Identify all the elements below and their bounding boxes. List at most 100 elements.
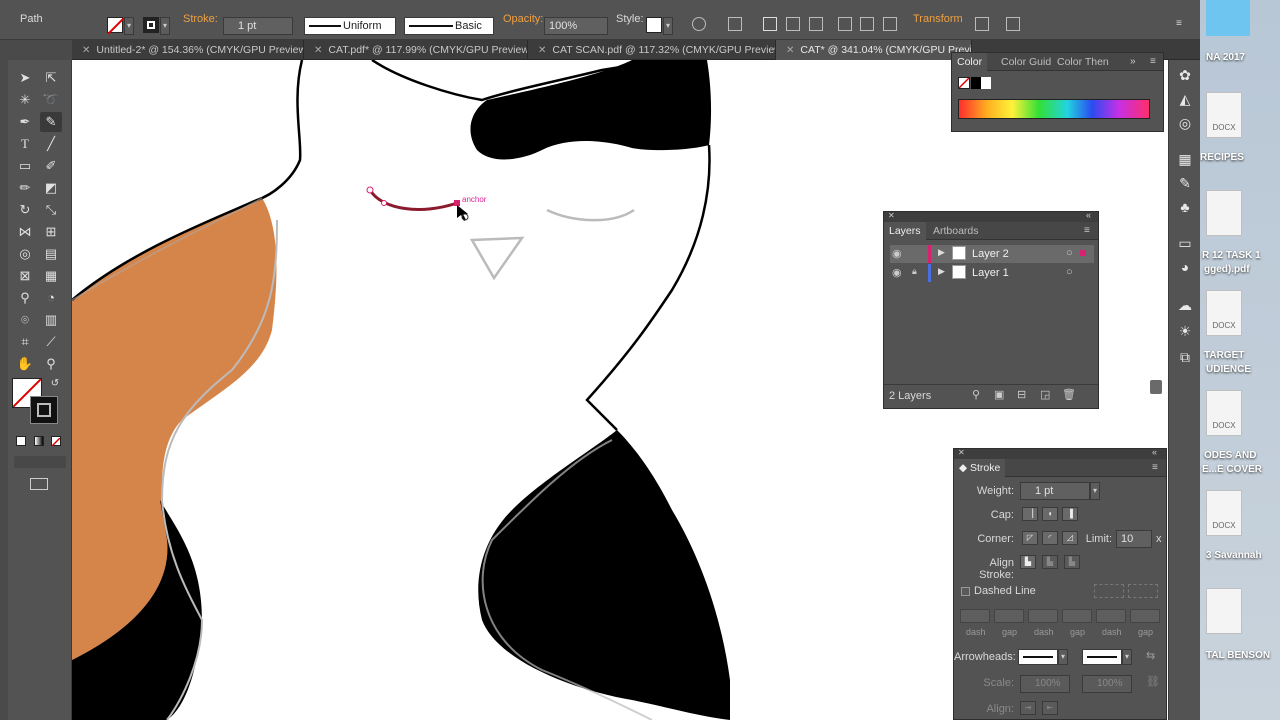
align-center-stroke-button[interactable]: ▙ — [1020, 555, 1036, 569]
end-arrowhead-select[interactable] — [1082, 649, 1122, 665]
symbol-sprayer-tool-icon[interactable]: ⌾ — [14, 310, 36, 330]
scale-tool-icon[interactable]: ⤡ — [40, 200, 62, 220]
dash-field[interactable] — [960, 609, 990, 623]
stroke-weight-field[interactable]: 1 pt — [223, 17, 293, 35]
create-sublayer-icon[interactable]: ⊟ — [1017, 388, 1026, 401]
variable-width-profile[interactable]: Uniform — [304, 17, 396, 35]
round-join-button[interactable]: ◜ — [1042, 531, 1058, 545]
white-swatch[interactable] — [981, 77, 991, 89]
align-left-icon[interactable] — [763, 17, 777, 31]
swap-arrowheads-icon[interactable]: ⇆ — [1146, 649, 1155, 662]
bevel-join-button[interactable]: ◿ — [1062, 531, 1078, 545]
panel-menu-icon[interactable]: ≡ — [1152, 462, 1158, 473]
align-top-icon[interactable] — [838, 17, 852, 31]
line-tool-icon[interactable]: ╱ — [40, 134, 62, 154]
libraries-icon[interactable]: ☁ — [1176, 296, 1194, 314]
visibility-eye-icon[interactable]: ◉ — [892, 266, 902, 279]
curvature-tool-icon[interactable]: ✎ — [40, 112, 62, 132]
delete-layer-icon[interactable]: 🗑︎ — [1062, 388, 1076, 401]
swap-colors-icon[interactable]: ↺ — [44, 374, 66, 394]
panel-menu-icon[interactable]: ≡ — [1176, 18, 1182, 29]
width-tool-icon[interactable]: ⋈ — [14, 222, 36, 242]
selection-indicator[interactable] — [1080, 250, 1086, 256]
desktop-docx-file[interactable]: DOCX — [1206, 92, 1242, 138]
brushes-icon[interactable]: ✎ — [1176, 174, 1194, 192]
transparency-icon[interactable]: ☀ — [1176, 322, 1194, 340]
collapse-icon[interactable]: « — [1086, 210, 1091, 220]
desktop-docx-file[interactable]: DOCX — [1206, 290, 1242, 336]
layer-row-layer-2[interactable]: ◉ ▶ Layer 2 ○ — [890, 245, 1094, 263]
align-middle-icon[interactable] — [860, 17, 874, 31]
arrow-tip-at-end-button[interactable]: ⇤ — [1042, 701, 1058, 715]
weight-dropdown[interactable]: ▾ — [1090, 482, 1100, 500]
projecting-cap-button[interactable]: ▐ — [1062, 507, 1078, 521]
start-arrowhead-dropdown[interactable]: ▾ — [1058, 649, 1068, 665]
color-spectrum[interactable] — [958, 99, 1150, 119]
close-tab-icon[interactable]: ✕ — [786, 45, 794, 56]
blend-tool-icon[interactable]: ◔ — [40, 288, 62, 308]
color-panel-icon[interactable]: ✿ — [1176, 66, 1194, 84]
selection-tool-icon[interactable]: ➤ — [14, 68, 36, 88]
gap-field[interactable] — [1062, 609, 1092, 623]
recolor-artwork-icon[interactable] — [692, 17, 706, 31]
tab-color-guide[interactable]: Color Guid — [996, 53, 1056, 71]
target-circle-icon[interactable]: ○ — [1066, 247, 1073, 259]
desktop-folder[interactable] — [1206, 0, 1250, 36]
doc-tab-cat-scan[interactable]: ✕ CAT SCAN.pdf @ 117.32% (CMYK/GPU Previe… — [528, 40, 776, 60]
end-arrowhead-dropdown[interactable]: ▾ — [1122, 649, 1132, 665]
style-dropdown[interactable]: ▾ — [663, 17, 673, 35]
fill-dropdown[interactable]: ▾ — [124, 17, 134, 35]
make-clipping-mask-icon[interactable]: ▣ — [994, 388, 1004, 401]
dashed-line-checkbox[interactable] — [961, 587, 970, 596]
stroke-panel-header[interactable]: ✕ « — [954, 447, 1166, 459]
color-mode-icon[interactable] — [16, 436, 26, 446]
brush-definition[interactable]: Basic — [404, 17, 494, 35]
close-panel-icon[interactable]: ✕ — [958, 448, 965, 457]
screen-mode-icon[interactable] — [30, 478, 48, 490]
pen-tool-icon[interactable]: ✒ — [14, 112, 36, 132]
none-swatch[interactable] — [958, 77, 970, 89]
start-arrowhead-select[interactable] — [1018, 649, 1058, 665]
collapse-icon[interactable]: « — [1152, 447, 1157, 457]
rectangle-tool-icon[interactable]: ▭ — [14, 156, 36, 176]
gradient-mode-icon[interactable] — [34, 436, 44, 446]
zoom-tool-icon[interactable]: ⚲ — [40, 354, 62, 374]
tab-stroke[interactable]: ◆ Stroke — [954, 459, 1006, 477]
tab-color-themes[interactable]: Color Then — [1052, 53, 1114, 71]
doc-tab-cat-active[interactable]: ✕ CAT* @ 341.04% (CMYK/GPU Preview) — [776, 40, 972, 60]
lasso-tool-icon[interactable]: ➰ — [40, 90, 62, 110]
magic-wand-tool-icon[interactable]: ✳ — [14, 90, 36, 110]
free-transform-tool-icon[interactable]: ⊞ — [40, 222, 62, 242]
isolate-icon[interactable] — [975, 17, 989, 31]
more-options-icon[interactable] — [1006, 17, 1020, 31]
transform-panel-icon[interactable]: ⧉ — [1176, 348, 1194, 366]
align-center-icon[interactable] — [786, 17, 800, 31]
limit-field[interactable]: 10 — [1116, 530, 1152, 548]
miter-join-button[interactable]: ◸ — [1022, 531, 1038, 545]
new-layer-icon[interactable]: ◲ — [1040, 388, 1050, 401]
collapse-icon[interactable]: » — [1130, 56, 1136, 67]
desktop-docx-file[interactable]: DOCX — [1206, 390, 1242, 436]
target-circle-icon[interactable]: ○ — [1066, 266, 1073, 278]
tab-layers[interactable]: Layers — [884, 222, 926, 240]
black-swatch[interactable] — [971, 77, 981, 89]
end-scale-field[interactable]: 100% — [1082, 675, 1132, 693]
gap-field[interactable] — [1130, 609, 1160, 623]
butt-cap-button[interactable]: ▕ — [1022, 507, 1038, 521]
close-tab-icon[interactable]: ✕ — [82, 45, 90, 56]
close-tab-icon[interactable]: ✕ — [538, 45, 546, 56]
opacity-field[interactable]: 100% — [544, 17, 608, 35]
weight-field[interactable]: 1 pt — [1020, 482, 1090, 500]
transform-link[interactable]: Transform — [913, 13, 963, 25]
type-tool-icon[interactable]: T — [14, 134, 36, 154]
align-dash-button[interactable] — [1128, 584, 1158, 598]
layer-name[interactable]: Layer 1 — [972, 267, 1009, 279]
desktop-docx-file[interactable]: DOCX — [1206, 490, 1242, 536]
graphic-style-swatch[interactable] — [646, 17, 662, 33]
eyedropper-tool-icon[interactable]: ⚲ — [14, 288, 36, 308]
artboard-tool-icon[interactable]: ⌗ — [14, 332, 36, 352]
lock-icon[interactable]: 🔒︎ — [912, 266, 917, 277]
slice-tool-icon[interactable]: ⟋ — [40, 332, 62, 352]
doc-tab-untitled-2[interactable]: ✕ Untitled-2* @ 154.36% (CMYK/GPU Preview… — [72, 40, 304, 60]
gradient-tool-icon[interactable]: ▦ — [40, 266, 62, 286]
